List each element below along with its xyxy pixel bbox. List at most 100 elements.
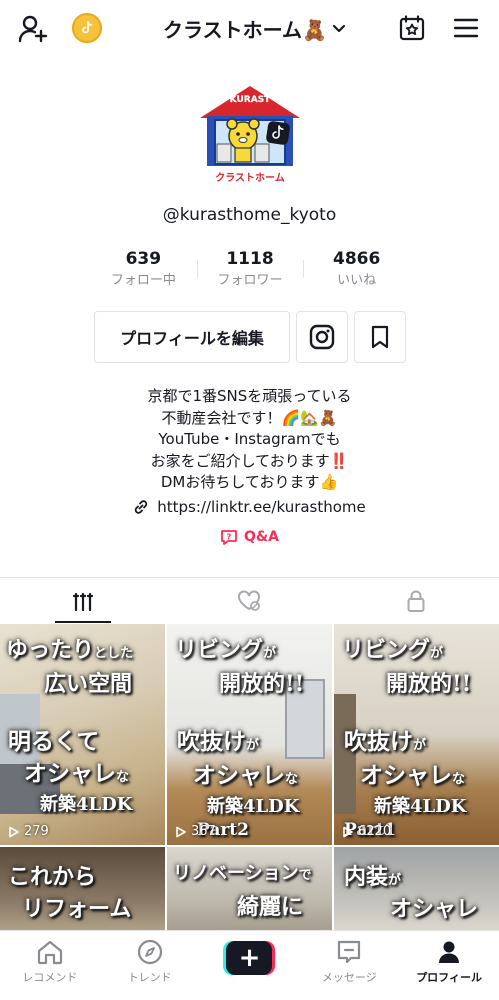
video-caption: が [430, 646, 444, 661]
video-caption: な [285, 772, 299, 787]
view-count: 367 [175, 824, 216, 839]
profile-link[interactable]: https://linktr.ee/kurasthome [0, 498, 499, 516]
play-icon [9, 826, 19, 837]
video-caption: とした [94, 646, 134, 661]
edit-profile-button[interactable]: プロフィールを編集 [94, 311, 290, 363]
favorites-button[interactable] [354, 311, 406, 363]
chevron-down-icon [332, 24, 346, 33]
plus-icon: + [226, 941, 273, 975]
video-caption: 開放的!! [386, 671, 472, 697]
video-caption: 明るくて [8, 728, 100, 755]
qa-label: Q&A [244, 529, 279, 545]
hamburger-icon[interactable] [452, 14, 480, 42]
tab-private[interactable] [333, 578, 499, 623]
followers-label: フォロワー [217, 273, 283, 288]
video-caption: が [388, 873, 402, 888]
nav-create[interactable]: + [200, 931, 300, 1000]
video-caption: な [116, 770, 130, 785]
profile-avatar[interactable]: KURAST HOME クラストホーム [197, 82, 303, 188]
likes-count: 4866 [333, 249, 381, 269]
video-caption: リビング [342, 637, 431, 663]
video-caption: オシャレ [390, 896, 479, 922]
profile-tabs [0, 577, 499, 623]
username: @kurasthome_kyoto [162, 205, 337, 225]
video-caption: が [246, 738, 260, 753]
nav-label: レコメンド [22, 971, 78, 984]
create-button[interactable]: + [223, 941, 276, 975]
video-caption: 吹抜け [344, 728, 413, 755]
bookmark-icon [371, 325, 389, 349]
video-thumbnail[interactable]: リビングが 開放的!! 吹抜けが オシャレな 新築4LDK Part2 367 [167, 624, 332, 845]
video-caption: が [413, 738, 427, 753]
hidden-heart-icon [238, 589, 261, 611]
video-caption: リビング [175, 637, 264, 663]
video-caption: 開放的!! [219, 671, 305, 697]
nav-recommend[interactable]: レコメンド [0, 931, 100, 1000]
bio-line: 京都で1番SNSを頑張っている [147, 387, 352, 405]
qa-icon: ? [221, 530, 237, 545]
video-caption: で [298, 868, 312, 883]
video-thumbnail[interactable]: ゆったりとした 広い空間 明るくて オシャレな 新築4LDK 279 [0, 624, 165, 845]
top-bar: クラストホーム🧸 [0, 0, 499, 56]
followers-count: 1118 [226, 249, 274, 269]
video-caption: オシャレ [193, 762, 285, 789]
lock-icon [407, 590, 425, 612]
video-caption: 新築4LDK [374, 796, 467, 817]
play-icon [176, 826, 186, 837]
calendar-star-icon[interactable] [398, 14, 426, 42]
nav-label: トレンド [127, 971, 172, 984]
add-user-icon[interactable] [16, 12, 50, 46]
link-icon [135, 500, 148, 514]
video-thumbnail[interactable]: リビングが 開放的!! 吹抜けが オシャレな 新築4LDK Part1 6220 [334, 624, 499, 845]
followers-stat[interactable]: 1118 フォロワー [196, 248, 304, 294]
following-stat[interactable]: 639 フォロー中 [90, 248, 197, 294]
bio-line: 不動産会社です！🌈🏡🧸 [161, 408, 338, 427]
nav-messages[interactable]: メッセージ [299, 931, 399, 1000]
instagram-button[interactable] [296, 311, 348, 363]
view-count-text: 6220 [358, 824, 392, 839]
likes-stat[interactable]: 4866 いいね [303, 248, 410, 294]
qa-link[interactable]: ? Q&A [0, 528, 499, 546]
view-count: 279 [8, 824, 49, 839]
video-caption: 内装 [344, 864, 389, 890]
following-count: 639 [125, 249, 162, 269]
tab-videos[interactable] [0, 578, 166, 623]
grid-icon [73, 592, 94, 611]
video-caption: 広い空間 [44, 671, 133, 697]
nav-label: メッセージ [321, 971, 377, 984]
video-caption: が [263, 646, 277, 661]
following-label: フォロー中 [110, 273, 176, 288]
video-caption: な [452, 772, 466, 787]
nav-profile[interactable]: プロフィール [399, 931, 499, 1000]
bio-line: お家をご紹介しております‼️ [150, 451, 349, 470]
video-thumbnail[interactable]: 内装が オシャレ [334, 847, 499, 930]
video-caption: リフォーム [22, 896, 132, 922]
video-caption: 綺麗に [237, 894, 304, 920]
logo-text-mid: HOME [235, 106, 265, 116]
account-title: クラストホーム🧸 [163, 17, 327, 42]
video-thumbnail[interactable]: これから リフォーム [0, 847, 165, 930]
compass-icon [137, 939, 162, 965]
profile-stats: 639 フォロー中 1118 フォロワー 4866 いいね [90, 248, 410, 294]
logo-text-bottom: クラストホーム [215, 172, 285, 184]
account-switcher[interactable]: クラストホーム🧸 [150, 12, 360, 44]
logo-text-top: KURAST [230, 95, 272, 105]
profile-icon [439, 941, 460, 963]
video-thumbnail[interactable]: リノベーションで 綺麗に [167, 847, 332, 930]
video-caption: 吹抜け [177, 728, 246, 755]
tab-liked[interactable] [166, 578, 332, 623]
profile-bio: 京都で1番SNSを頑張っている 不動産会社です！🌈🏡🧸 YouTube・Inst… [0, 386, 499, 494]
video-caption: オシャレ [24, 760, 116, 787]
coin-icon[interactable] [72, 13, 102, 43]
view-count: 6220 [342, 824, 391, 839]
likes-label: いいね [337, 273, 377, 288]
nav-trend[interactable]: トレンド [100, 931, 200, 1000]
view-count-text: 279 [24, 824, 49, 839]
video-caption: リノベーション [173, 863, 299, 884]
message-icon [338, 940, 361, 964]
svg-text:?: ? [227, 533, 232, 542]
video-caption: ゆったり [6, 637, 95, 663]
home-icon [37, 940, 62, 965]
instagram-icon [309, 324, 335, 350]
view-count-text: 367 [191, 824, 216, 839]
